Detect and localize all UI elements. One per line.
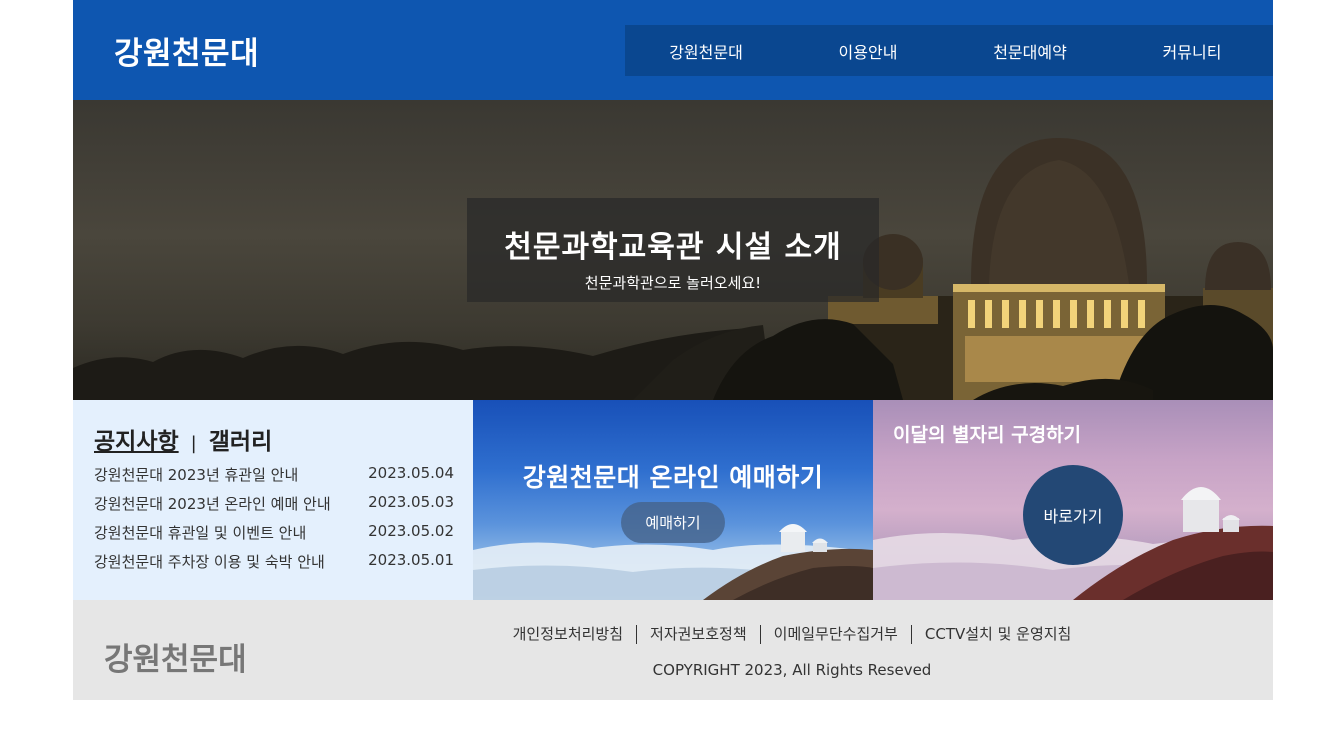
notice-list: 강원천문대 2023년 휴관일 안내 2023.05.04 강원천문대 2023… [94, 464, 454, 580]
nav-item-community[interactable]: 커뮤니티 [1111, 25, 1273, 76]
notice-title[interactable]: 강원천문대 2023년 휴관일 안내 [94, 464, 298, 493]
page-wrapper: 강원천문대 강원천문대 이용안내 천문대예약 커뮤니티 천문과학교육관 시설 소… [73, 0, 1273, 700]
footer-links: 개인정보처리방침 저자권보호정책 이메일무단수집거부 CCTV설치 및 운영지침 [467, 625, 1117, 644]
list-item: 강원천문대 2023년 휴관일 안내 2023.05.04 [94, 464, 454, 493]
hero-subtitle: 천문과학관으로 놀러오세요! [584, 274, 762, 292]
content-row: 공지사항 | 갤러리 강원천문대 2023년 휴관일 안내 2023.05.04… [73, 400, 1273, 600]
notice-title[interactable]: 강원천문대 2023년 온라인 예매 안내 [94, 493, 331, 522]
notice-date: 2023.05.03 [368, 493, 454, 511]
nav-item-reservation[interactable]: 천문대예약 [949, 25, 1111, 76]
reservation-title: 강원천문대 온라인 예매하기 [522, 463, 824, 492]
reserve-button[interactable]: 예매하기 [621, 502, 725, 543]
hero-banner: 천문과학교육관 시설 소개 천문과학관으로 놀러오세요! [73, 100, 1273, 400]
tab-separator: | [190, 433, 197, 454]
footer-link-cctv[interactable]: CCTV설치 및 운영지침 [910, 625, 1085, 644]
mountain-observatory-photo [473, 524, 873, 600]
nav-item-observatory[interactable]: 강원천문대 [625, 25, 787, 76]
notice-title[interactable]: 강원천문대 주차장 이용 및 숙박 안내 [94, 551, 325, 580]
nav-item-guide[interactable]: 이용안내 [787, 25, 949, 76]
main-nav: 강원천문대 이용안내 천문대예약 커뮤니티 [625, 25, 1273, 76]
notice-board: 공지사항 | 갤러리 강원천문대 2023년 휴관일 안내 2023.05.04… [73, 400, 473, 600]
footer-logo: 강원천문대 [104, 642, 247, 678]
go-button[interactable]: 바로가기 [1023, 465, 1123, 565]
notice-title[interactable]: 강원천문대 휴관일 및 이벤트 안내 [94, 522, 306, 551]
reservation-banner: 강원천문대 온라인 예매하기 예매하기 [473, 400, 873, 600]
constellation-banner: 이달의 별자리 구경하기 바로가기 [873, 400, 1273, 600]
footer-link-email-refusal[interactable]: 이메일무단수집거부 [759, 625, 911, 644]
board-tabs: 공지사항 | 갤러리 [94, 422, 272, 456]
hero-caption-box: 천문과학교육관 시설 소개 천문과학관으로 놀러오세요! [467, 198, 879, 302]
site-footer: 강원천문대 개인정보처리방침 저자권보호정책 이메일무단수집거부 CCTV설치 … [73, 600, 1273, 700]
site-logo[interactable]: 강원천문대 [114, 28, 259, 73]
copyright-text: COPYRIGHT 2023, All Rights Reseved [652, 661, 932, 679]
list-item: 강원천문대 주차장 이용 및 숙박 안내 2023.05.01 [94, 551, 454, 580]
footer-link-copyright-policy[interactable]: 저자권보호정책 [636, 625, 760, 644]
hero-title: 천문과학교육관 시설 소개 [504, 230, 842, 265]
list-item: 강원천문대 휴관일 및 이벤트 안내 2023.05.02 [94, 522, 454, 551]
notice-date: 2023.05.02 [368, 522, 454, 540]
constellation-title: 이달의 별자리 구경하기 [893, 424, 1082, 446]
tab-notice[interactable]: 공지사항 [94, 429, 179, 455]
footer-link-privacy[interactable]: 개인정보처리방침 [500, 625, 636, 644]
notice-date: 2023.05.01 [368, 551, 454, 569]
tab-gallery[interactable]: 갤러리 [209, 429, 272, 455]
list-item: 강원천문대 2023년 온라인 예매 안내 2023.05.03 [94, 493, 454, 522]
notice-date: 2023.05.04 [368, 464, 454, 482]
site-header: 강원천문대 강원천문대 이용안내 천문대예약 커뮤니티 [73, 0, 1273, 100]
